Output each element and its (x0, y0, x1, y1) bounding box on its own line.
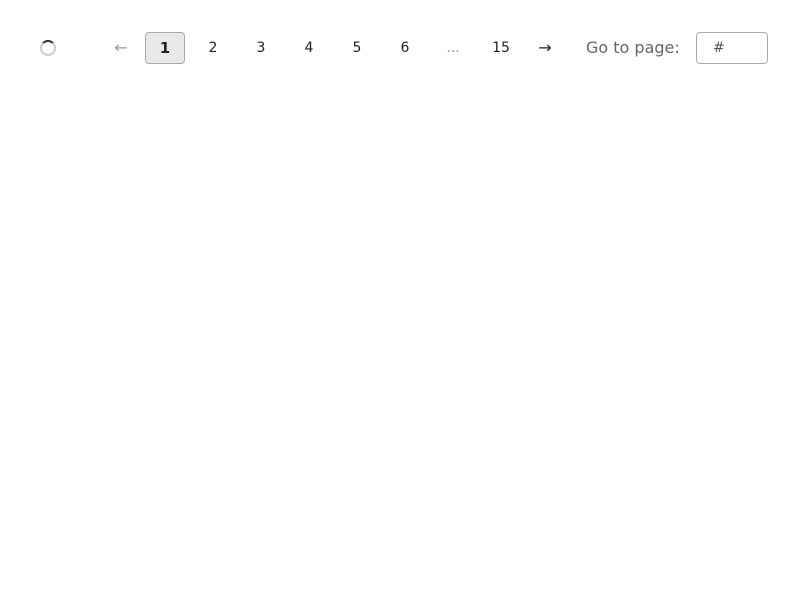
goto-page-input[interactable] (696, 32, 768, 64)
page-button-6[interactable]: 6 (385, 32, 425, 64)
goto-page-label: Go to page: (586, 38, 680, 57)
next-page-button[interactable]: → (529, 32, 561, 64)
prev-page-button[interactable]: ← (105, 32, 137, 64)
page-button-2[interactable]: 2 (193, 32, 233, 64)
page-button-4[interactable]: 4 (289, 32, 329, 64)
page-button-5[interactable]: 5 (337, 32, 377, 64)
pagination-ellipsis: ... (446, 40, 460, 56)
loading-spinner-icon (40, 40, 56, 56)
page-button-15[interactable]: 15 (481, 32, 521, 64)
page-button-3[interactable]: 3 (241, 32, 281, 64)
page-button-1[interactable]: 1 (145, 32, 185, 64)
